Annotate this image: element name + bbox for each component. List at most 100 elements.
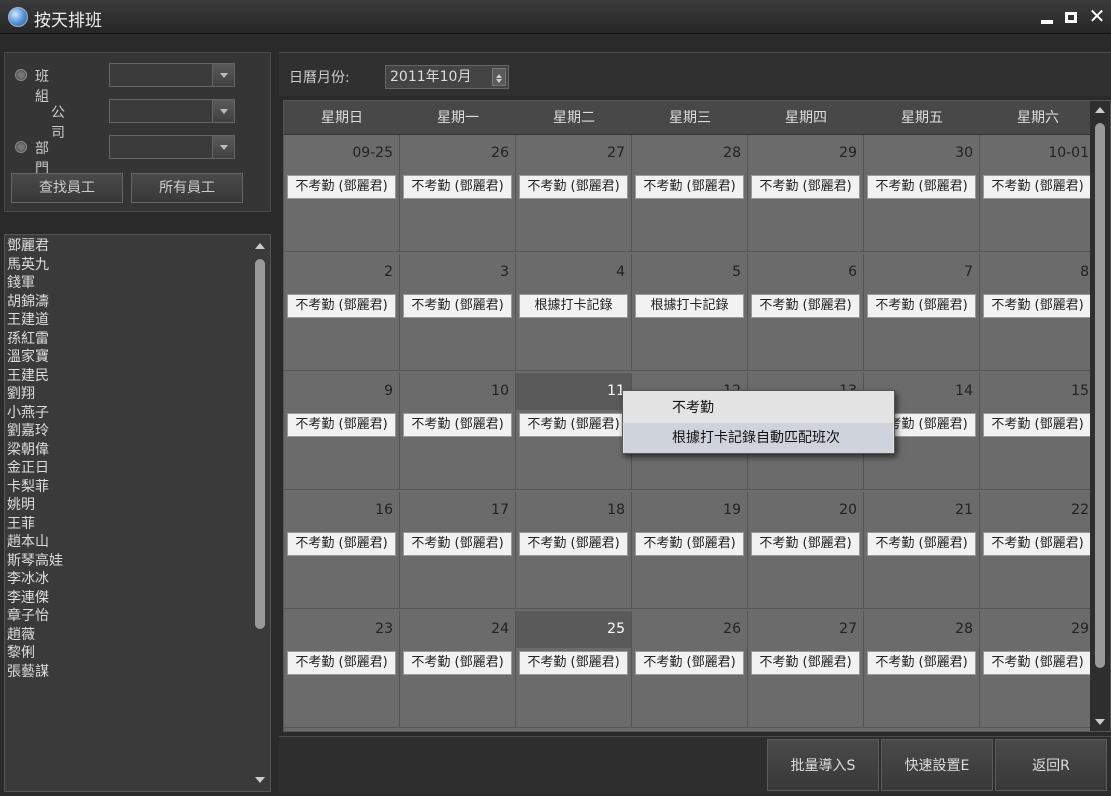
employee-list-item[interactable]: 馬英九 [7, 256, 247, 275]
schedule-entry[interactable]: 不考勤 (鄧麗君) [403, 413, 512, 437]
scroll-thumb[interactable] [255, 259, 265, 629]
month-spinner-input[interactable]: 2011年10月 [385, 65, 509, 89]
schedule-entry[interactable]: 不考勤 (鄧麗君) [983, 413, 1092, 437]
employee-list-item[interactable]: 胡錦濤 [7, 293, 247, 312]
scroll-up-icon[interactable] [1095, 107, 1105, 113]
employee-list-item[interactable]: 鄧麗君 [7, 237, 247, 256]
calendar-day-cell[interactable]: 16 不考勤 (鄧麗君) [284, 492, 400, 609]
schedule-entry[interactable]: 不考勤 (鄧麗君) [403, 175, 512, 199]
schedule-entry[interactable]: 不考勤 (鄧麗君) [635, 651, 744, 675]
scroll-down-icon[interactable] [255, 777, 265, 783]
calendar-day-cell[interactable]: 9 不考勤 (鄧麗君) [284, 373, 400, 490]
calendar-day-cell[interactable]: 23 不考勤 (鄧麗君) [284, 611, 400, 728]
dept-combo[interactable] [109, 135, 235, 159]
schedule-entry[interactable]: 不考勤 (鄧麗君) [519, 532, 628, 556]
schedule-entry[interactable]: 不考勤 (鄧麗君) [751, 532, 860, 556]
employee-list-item[interactable]: 李冰冰 [7, 570, 247, 589]
schedule-entry[interactable]: 根據打卡記錄 [635, 294, 744, 318]
calendar-day-cell[interactable]: 28 不考勤 (鄧麗君) [632, 135, 748, 252]
employee-list-item[interactable]: 姚明 [7, 496, 247, 515]
calendar-day-cell[interactable]: 18 不考勤 (鄧麗君) [516, 492, 632, 609]
schedule-entry[interactable]: 不考勤 (鄧麗君) [287, 413, 396, 437]
schedule-entry[interactable]: 不考勤 (鄧麗君) [983, 294, 1092, 318]
schedule-entry[interactable]: 不考勤 (鄧麗君) [519, 413, 628, 437]
employee-list-item[interactable]: 章子怡 [7, 607, 247, 626]
employee-list-item[interactable]: 孫紅雷 [7, 330, 247, 349]
schedule-entry[interactable]: 不考勤 (鄧麗君) [519, 175, 628, 199]
back-button[interactable]: 返回R [995, 739, 1107, 791]
scroll-thumb[interactable] [1095, 123, 1105, 668]
schedule-entry[interactable]: 不考勤 (鄧麗君) [519, 651, 628, 675]
employee-list-item[interactable]: 李連傑 [7, 589, 247, 608]
schedule-entry[interactable]: 根據打卡記錄 [519, 294, 628, 318]
calendar-day-cell[interactable]: 27 不考勤 (鄧麗君) [748, 611, 864, 728]
close-button[interactable]: ✕ [1088, 6, 1106, 26]
employee-list-item[interactable]: 趙薇 [7, 626, 247, 645]
schedule-entry[interactable]: 不考勤 (鄧麗君) [403, 294, 512, 318]
employee-list-item[interactable]: 小燕子 [7, 404, 247, 423]
spin-arrows-icon[interactable] [492, 68, 506, 86]
employee-list-item[interactable]: 斯琴高娃 [7, 552, 247, 571]
schedule-entry[interactable]: 不考勤 (鄧麗君) [867, 294, 976, 318]
schedule-entry[interactable]: 不考勤 (鄧麗君) [635, 532, 744, 556]
calendar-day-cell[interactable]: 15 不考勤 (鄧麗君) [980, 373, 1096, 490]
all-employees-button[interactable]: 所有員工 [131, 173, 243, 203]
schedule-entry[interactable]: 不考勤 (鄧麗君) [287, 651, 396, 675]
calendar-day-cell[interactable]: 6 不考勤 (鄧麗君) [748, 254, 864, 371]
schedule-entry[interactable]: 不考勤 (鄧麗君) [867, 532, 976, 556]
team-combo[interactable] [109, 63, 235, 87]
schedule-entry[interactable]: 不考勤 (鄧麗君) [287, 532, 396, 556]
schedule-entry[interactable]: 不考勤 (鄧麗君) [751, 651, 860, 675]
minimize-button[interactable] [1038, 8, 1056, 26]
scroll-up-icon[interactable] [255, 243, 265, 249]
employee-list-item[interactable]: 梁朝偉 [7, 441, 247, 460]
employee-list-item[interactable]: 劉嘉玲 [7, 422, 247, 441]
calendar-day-cell[interactable]: 22 不考勤 (鄧麗君) [980, 492, 1096, 609]
calendar-day-cell[interactable]: 20 不考勤 (鄧麗君) [748, 492, 864, 609]
calendar-day-cell[interactable]: 30 不考勤 (鄧麗君) [864, 135, 980, 252]
calendar-day-cell[interactable]: 09-25 不考勤 (鄧麗君) [284, 135, 400, 252]
calendar-day-cell[interactable]: 21 不考勤 (鄧麗君) [864, 492, 980, 609]
quick-setup-button[interactable]: 快速設置E [881, 739, 993, 791]
calendar-day-cell[interactable]: 28 不考勤 (鄧麗君) [864, 611, 980, 728]
schedule-entry[interactable]: 不考勤 (鄧麗君) [635, 175, 744, 199]
menu-item-auto-match[interactable]: 根據打卡記錄自動匹配班次 [624, 423, 893, 453]
calendar-day-cell[interactable]: 29 不考勤 (鄧麗君) [748, 135, 864, 252]
calendar-day-cell[interactable]: 25 不考勤 (鄧麗君) [516, 611, 632, 728]
scroll-down-icon[interactable] [1095, 719, 1105, 725]
employee-list-item[interactable]: 金正日 [7, 459, 247, 478]
calendar-day-cell[interactable]: 4 根據打卡記錄 [516, 254, 632, 371]
schedule-entry[interactable]: 不考勤 (鄧麗君) [751, 294, 860, 318]
calendar-scrollbar[interactable] [1090, 101, 1110, 731]
employee-list-item[interactable]: 王建道 [7, 311, 247, 330]
schedule-entry[interactable]: 不考勤 (鄧麗君) [867, 651, 976, 675]
schedule-entry[interactable]: 不考勤 (鄧麗君) [983, 532, 1092, 556]
calendar-day-cell[interactable]: 3 不考勤 (鄧麗君) [400, 254, 516, 371]
employee-list-scrollbar[interactable] [252, 237, 268, 789]
batch-import-button[interactable]: 批量導入S [767, 739, 879, 791]
schedule-entry[interactable]: 不考勤 (鄧麗君) [403, 532, 512, 556]
schedule-entry[interactable]: 不考勤 (鄧麗君) [983, 651, 1092, 675]
schedule-entry[interactable]: 不考勤 (鄧麗君) [403, 651, 512, 675]
schedule-entry[interactable]: 不考勤 (鄧麗君) [867, 175, 976, 199]
calendar-day-cell[interactable]: 27 不考勤 (鄧麗君) [516, 135, 632, 252]
calendar-day-cell[interactable]: 26 不考勤 (鄧麗君) [632, 611, 748, 728]
schedule-entry[interactable]: 不考勤 (鄧麗君) [287, 294, 396, 318]
calendar-day-cell[interactable]: 10-01 不考勤 (鄧麗君) [980, 135, 1096, 252]
schedule-entry[interactable]: 不考勤 (鄧麗君) [983, 175, 1092, 199]
calendar-day-cell[interactable]: 10 不考勤 (鄧麗君) [400, 373, 516, 490]
company-combo[interactable] [109, 99, 235, 123]
calendar-day-cell[interactable]: 24 不考勤 (鄧麗君) [400, 611, 516, 728]
menu-item-no-attendance[interactable]: 不考勤 [624, 393, 893, 423]
employee-list-item[interactable]: 王建民 [7, 367, 247, 386]
calendar-day-cell[interactable]: 8 不考勤 (鄧麗君) [980, 254, 1096, 371]
calendar-day-cell[interactable]: 26 不考勤 (鄧麗君) [400, 135, 516, 252]
calendar-day-cell[interactable]: 11 不考勤 (鄧麗君) [516, 373, 632, 490]
employee-list-item[interactable]: 趙本山 [7, 533, 247, 552]
calendar-day-cell[interactable]: 17 不考勤 (鄧麗君) [400, 492, 516, 609]
maximize-button[interactable] [1062, 8, 1080, 26]
employee-list-item[interactable]: 劉翔 [7, 385, 247, 404]
employee-list-item[interactable]: 錢軍 [7, 274, 247, 293]
team-radio[interactable] [15, 69, 27, 81]
employee-list-item[interactable]: 卡梨菲 [7, 478, 247, 497]
